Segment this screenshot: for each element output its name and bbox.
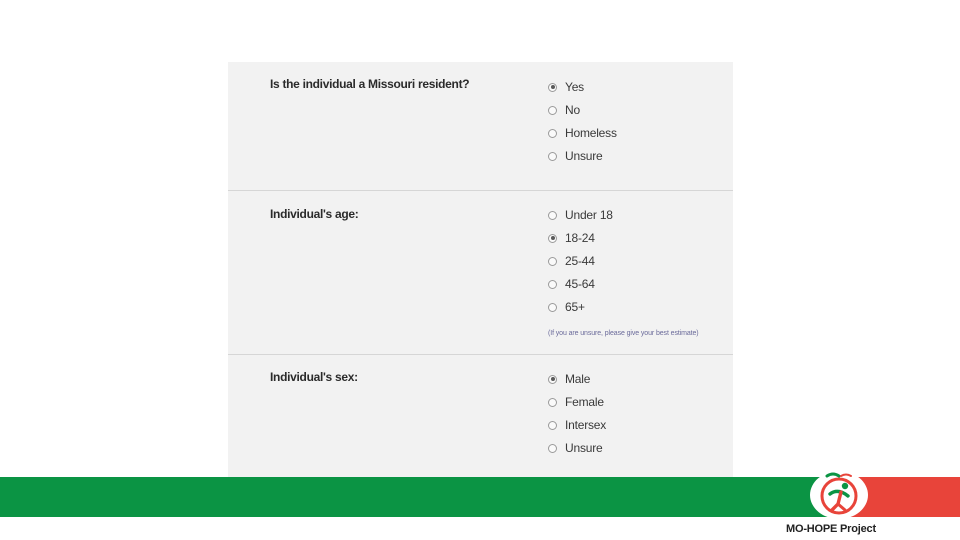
option-label: No	[565, 103, 580, 117]
brand-name: MO-HOPE Project	[786, 523, 876, 535]
radio-option-residency-yes[interactable]: Yes	[548, 79, 584, 95]
option-label: 45-64	[565, 277, 595, 291]
option-label: 18-24	[565, 231, 595, 245]
mo-hope-logo	[808, 470, 870, 520]
age-question: Individual's age:	[270, 207, 359, 221]
radio-button[interactable]	[548, 105, 557, 115]
option-label: Male	[565, 372, 591, 386]
mo-hope-figure-icon	[810, 471, 868, 519]
radio-button[interactable]	[548, 302, 557, 312]
radio-button[interactable]	[548, 397, 557, 407]
option-label: Female	[565, 395, 604, 409]
radio-option-age-45-64[interactable]: 45-64	[548, 276, 595, 292]
radio-button[interactable]	[548, 151, 557, 161]
survey-form: Is the individual a Missouri resident? Y…	[228, 62, 733, 477]
radio-option-residency-homeless[interactable]: Homeless	[548, 125, 617, 141]
radio-button[interactable]	[548, 256, 557, 266]
radio-button[interactable]	[548, 279, 557, 289]
radio-option-residency-no[interactable]: No	[548, 102, 580, 118]
radio-option-sex-male[interactable]: Male	[548, 371, 590, 387]
radio-option-age-18-24[interactable]: 18-24	[548, 230, 595, 246]
radio-option-age-25-44[interactable]: 25-44	[548, 253, 595, 269]
radio-button[interactable]	[548, 374, 557, 384]
residency-question: Is the individual a Missouri resident?	[270, 77, 470, 91]
option-label: Homeless	[565, 126, 617, 140]
footer-green-band	[0, 477, 845, 517]
radio-option-sex-intersex[interactable]: Intersex	[548, 417, 606, 433]
radio-button[interactable]	[548, 128, 557, 138]
option-label: Intersex	[565, 418, 607, 432]
radio-button[interactable]	[548, 82, 557, 92]
radio-option-age-65-plus[interactable]: 65+	[548, 299, 585, 315]
option-label: Unsure	[565, 149, 603, 163]
age-hint-text: (If you are unsure, please give your bes…	[548, 330, 699, 337]
option-label: Yes	[565, 80, 584, 94]
age-section: Individual's age: Under 18 18-24 25-44 4…	[228, 191, 733, 354]
radio-option-age-under-18[interactable]: Under 18	[548, 207, 613, 223]
option-label: 65+	[565, 300, 585, 314]
radio-button[interactable]	[548, 443, 557, 453]
residency-section: Is the individual a Missouri resident? Y…	[228, 62, 733, 190]
option-label: 25-44	[565, 254, 595, 268]
option-label: Under 18	[565, 208, 613, 222]
option-label: Unsure	[565, 441, 603, 455]
radio-option-sex-female[interactable]: Female	[548, 394, 604, 410]
radio-option-residency-unsure[interactable]: Unsure	[548, 148, 603, 164]
sex-question: Individual's sex:	[270, 370, 358, 384]
sex-section: Individual's sex: Male Female Intersex U…	[228, 355, 733, 477]
radio-button[interactable]	[548, 420, 557, 430]
radio-option-sex-unsure[interactable]: Unsure	[548, 440, 603, 456]
radio-button[interactable]	[548, 210, 557, 220]
radio-button[interactable]	[548, 233, 557, 243]
